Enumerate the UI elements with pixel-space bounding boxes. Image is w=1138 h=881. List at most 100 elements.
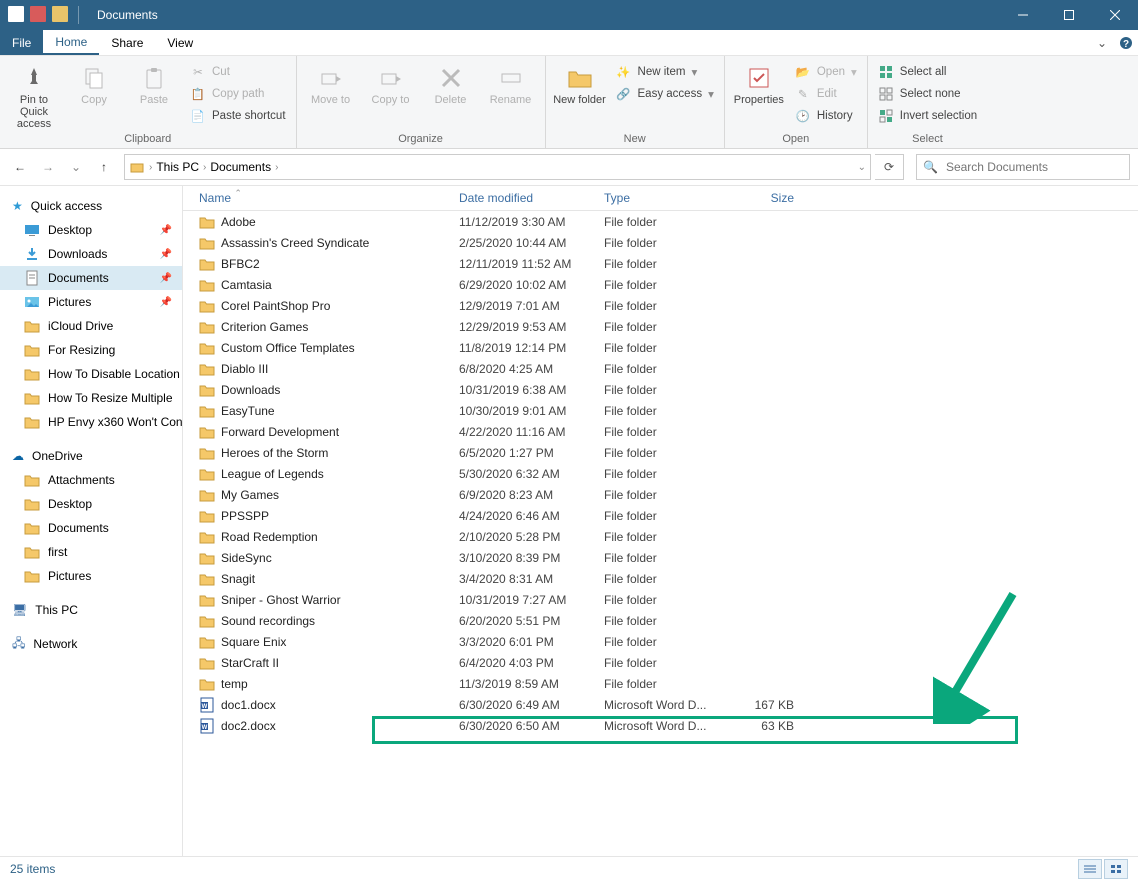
file-row[interactable]: Diablo III6/8/2020 4:25 AMFile folder <box>183 358 1138 379</box>
new-folder-button[interactable]: New folder <box>552 60 608 106</box>
view-details-button[interactable] <box>1078 859 1102 879</box>
tab-file[interactable]: File <box>0 30 43 55</box>
minimize-button[interactable] <box>1000 0 1046 30</box>
properties-button[interactable]: Properties <box>731 60 787 106</box>
file-row[interactable]: Corel PaintShop Pro12/9/2019 7:01 AMFile… <box>183 295 1138 316</box>
tab-home[interactable]: Home <box>43 30 99 55</box>
chevron-right-icon[interactable]: › <box>149 162 152 173</box>
sidebar-item[interactable]: Documents📌 <box>0 266 182 290</box>
file-row[interactable]: Snagit3/4/2020 8:31 AMFile folder <box>183 568 1138 589</box>
sidebar-item[interactable]: How To Disable Location <box>0 362 182 386</box>
file-row[interactable]: Wdoc2.docx6/30/2020 6:50 AMMicrosoft Wor… <box>183 715 1138 736</box>
close-button[interactable] <box>1092 0 1138 30</box>
file-row[interactable]: Heroes of the Storm6/5/2020 1:27 PMFile … <box>183 442 1138 463</box>
invert-selection-button[interactable]: Invert selection <box>874 106 981 126</box>
paste-button[interactable]: Paste <box>126 60 182 106</box>
file-row[interactable]: Adobe11/12/2019 3:30 AMFile folder <box>183 211 1138 232</box>
sidebar-item[interactable]: HP Envy x360 Won't Con <box>0 410 182 434</box>
edit-button[interactable]: ✎Edit <box>791 84 861 104</box>
sidebar-item[interactable]: For Resizing <box>0 338 182 362</box>
refresh-button[interactable]: ⟳ <box>875 154 904 180</box>
sidebar-item[interactable]: Pictures <box>0 564 182 588</box>
address-bar[interactable]: › This PC › Documents › ⌄ <box>124 154 871 180</box>
tab-share[interactable]: Share <box>99 30 155 55</box>
column-date[interactable]: Date modified <box>459 191 604 205</box>
recent-locations-button[interactable]: ⌄ <box>64 155 88 179</box>
select-all-button[interactable]: Select all <box>874 62 981 82</box>
file-row[interactable]: Sniper - Ghost Warrior10/31/2019 7:27 AM… <box>183 589 1138 610</box>
file-row[interactable]: StarCraft II6/4/2020 4:03 PMFile folder <box>183 652 1138 673</box>
file-row[interactable]: Assassin's Creed Syndicate2/25/2020 10:4… <box>183 232 1138 253</box>
file-row[interactable]: Downloads10/31/2019 6:38 AMFile folder <box>183 379 1138 400</box>
sidebar-quick-access[interactable]: ★Quick access <box>0 194 182 218</box>
sidebar-this-pc[interactable]: 🖥This PC <box>0 598 182 622</box>
qat-icon-3[interactable] <box>52 6 68 22</box>
file-row[interactable]: temp11/3/2019 8:59 AMFile folder <box>183 673 1138 694</box>
file-row[interactable]: Camtasia6/29/2020 10:02 AMFile folder <box>183 274 1138 295</box>
sidebar-item[interactable]: Attachments <box>0 468 182 492</box>
copy-to-button[interactable]: Copy to <box>363 60 419 106</box>
sidebar-item[interactable]: Documents <box>0 516 182 540</box>
breadcrumb-documents[interactable]: Documents <box>210 160 271 174</box>
file-row[interactable]: EasyTune10/30/2019 9:01 AMFile folder <box>183 400 1138 421</box>
file-row[interactable]: PPSSPP4/24/2020 6:46 AMFile folder <box>183 505 1138 526</box>
view-icons-button[interactable] <box>1104 859 1128 879</box>
sidebar-item[interactable]: Desktop📌 <box>0 218 182 242</box>
file-type: File folder <box>604 215 722 229</box>
move-to-button[interactable]: Move to <box>303 60 359 106</box>
help-icon[interactable]: ? <box>1114 30 1138 55</box>
column-type[interactable]: Type <box>604 191 722 205</box>
select-none-button[interactable]: Select none <box>874 84 981 104</box>
file-row[interactable]: Road Redemption2/10/2020 5:28 PMFile fol… <box>183 526 1138 547</box>
open-button[interactable]: 📂Open▾ <box>791 62 861 82</box>
search-box[interactable]: 🔍 <box>916 154 1130 180</box>
paste-shortcut-button[interactable]: 📄Paste shortcut <box>186 106 290 126</box>
chevron-right-icon[interactable]: › <box>203 162 206 173</box>
folder-icon <box>24 414 40 430</box>
rename-button[interactable]: Rename <box>483 60 539 106</box>
tab-view[interactable]: View <box>155 30 205 55</box>
sidebar-item[interactable]: iCloud Drive <box>0 314 182 338</box>
qat-icon-1[interactable] <box>8 6 24 22</box>
chevron-right-icon[interactable]: › <box>275 162 278 173</box>
easy-access-button[interactable]: 🔗Easy access▾ <box>612 84 718 104</box>
copy-button[interactable]: Copy <box>66 60 122 106</box>
file-row[interactable]: Wdoc1.docx6/30/2020 6:49 AMMicrosoft Wor… <box>183 694 1138 715</box>
sidebar-item[interactable]: How To Resize Multiple <box>0 386 182 410</box>
back-button[interactable]: ← <box>8 155 32 179</box>
sidebar-network[interactable]: 🖧Network <box>0 632 182 656</box>
file-date: 4/22/2020 11:16 AM <box>459 425 604 439</box>
search-input[interactable] <box>944 159 1123 175</box>
chevron-down-icon[interactable]: ⌄ <box>858 162 866 173</box>
ribbon-collapse-icon[interactable]: ⌄ <box>1090 30 1114 55</box>
file-row[interactable]: SideSync3/10/2020 8:39 PMFile folder <box>183 547 1138 568</box>
file-row[interactable]: Square Enix3/3/2020 6:01 PMFile folder <box>183 631 1138 652</box>
file-row[interactable]: Custom Office Templates11/8/2019 12:14 P… <box>183 337 1138 358</box>
sidebar-item[interactable]: Downloads📌 <box>0 242 182 266</box>
copy-path-button[interactable]: 📋Copy path <box>186 84 290 104</box>
file-row[interactable]: Forward Development4/22/2020 11:16 AMFil… <box>183 421 1138 442</box>
up-button[interactable]: ↑ <box>92 155 116 179</box>
file-row[interactable]: BFBC212/11/2019 11:52 AMFile folder <box>183 253 1138 274</box>
column-size[interactable]: Size <box>722 191 804 205</box>
qat-icon-2[interactable] <box>30 6 46 22</box>
column-name[interactable]: Name ⌃ <box>199 191 459 205</box>
sidebar-item[interactable]: Desktop <box>0 492 182 516</box>
file-type: File folder <box>604 446 722 460</box>
delete-button[interactable]: Delete <box>423 60 479 106</box>
history-button[interactable]: 🕑History <box>791 106 861 126</box>
new-item-button[interactable]: ✨New item▾ <box>612 62 718 82</box>
file-list[interactable]: Adobe11/12/2019 3:30 AMFile folderAssass… <box>183 211 1138 856</box>
file-row[interactable]: Sound recordings6/20/2020 5:51 PMFile fo… <box>183 610 1138 631</box>
forward-button[interactable]: → <box>36 155 60 179</box>
file-row[interactable]: My Games6/9/2020 8:23 AMFile folder <box>183 484 1138 505</box>
breadcrumb-this-pc[interactable]: This PC <box>156 160 199 174</box>
sidebar-item[interactable]: first <box>0 540 182 564</box>
maximize-button[interactable] <box>1046 0 1092 30</box>
cut-button[interactable]: ✂Cut <box>186 62 290 82</box>
sidebar-onedrive[interactable]: ☁OneDrive <box>0 444 182 468</box>
sidebar-item[interactable]: Pictures📌 <box>0 290 182 314</box>
file-row[interactable]: League of Legends5/30/2020 6:32 AMFile f… <box>183 463 1138 484</box>
file-row[interactable]: Criterion Games12/29/2019 9:53 AMFile fo… <box>183 316 1138 337</box>
pin-to-quick-access-button[interactable]: Pin to Quick access <box>6 60 62 130</box>
